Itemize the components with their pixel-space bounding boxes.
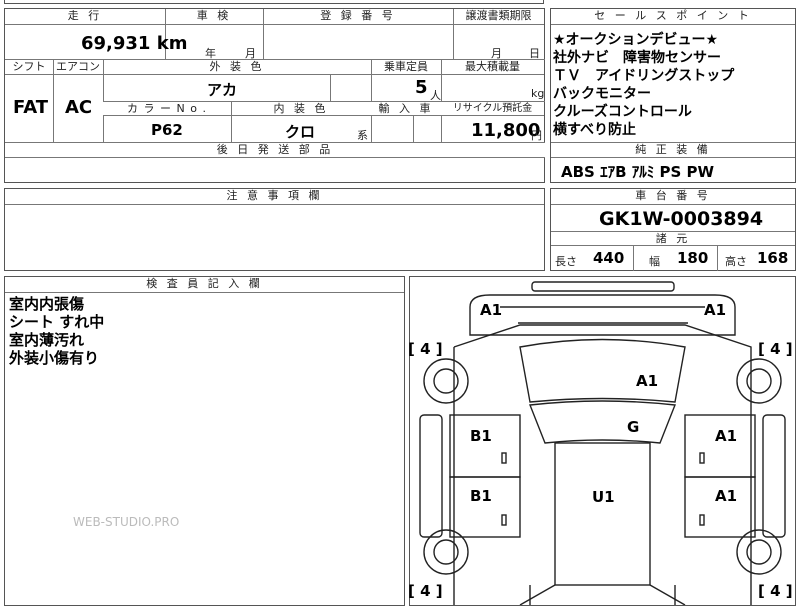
mileage-value: 69,931 km bbox=[81, 33, 188, 54]
specs-header: 諸 元 bbox=[551, 232, 795, 246]
later-parts-header: 後 日 発 送 部 品 bbox=[5, 143, 545, 158]
equipment-header: 純 正 装 備 bbox=[551, 143, 795, 158]
mark-right-front-door: A1 bbox=[715, 427, 738, 445]
exterior-header: 外 装 色 bbox=[103, 60, 371, 75]
tire-tread-bottom-right: [ 4 ] bbox=[758, 582, 793, 600]
max-load-header: 最大積載量 bbox=[441, 60, 544, 75]
notes-header: 注 意 事 項 欄 bbox=[5, 189, 544, 205]
mark-front-left: A1 bbox=[480, 301, 503, 319]
capacity-header: 乗車定員 bbox=[371, 60, 441, 75]
notes-panel: 注 意 事 項 欄 bbox=[4, 188, 545, 271]
selling-point-2: 社外ナビ 障害物センサー bbox=[553, 50, 721, 66]
mark-windshield: G bbox=[627, 418, 640, 436]
chassis-panel: 車 台 番 号 GK1W-0003894 諸 元 長さ 440 幅 180 高さ… bbox=[550, 188, 796, 271]
mark-left-rear-door: B1 bbox=[470, 487, 492, 505]
selling-point-1: ★オークションデビュー★ bbox=[553, 32, 719, 48]
interior-value: クロ bbox=[285, 123, 316, 141]
tire-tread-bottom-left: [ 4 ] bbox=[408, 582, 443, 600]
height-value: 168 bbox=[757, 249, 789, 267]
mark-front-right: A1 bbox=[704, 301, 727, 319]
equipment-value: ABS ｴｱB ｱﾙﾐ PS PW bbox=[561, 163, 715, 181]
selling-points-header: セ ー ル ス ポ イ ン ト bbox=[551, 9, 795, 25]
recycle-header: リサイクル預託金 bbox=[441, 102, 544, 116]
tire-tread-top-right: [ 4 ] bbox=[758, 340, 793, 358]
info-grid: 走 行 車 検 登 録 番 号 譲渡書類期限 69,931 km 年 月 月 日… bbox=[4, 8, 545, 183]
inspector-line-2: シート すれ中 bbox=[9, 313, 105, 331]
width-value: 180 bbox=[677, 249, 709, 267]
tire-tread-top-left: [ 4 ] bbox=[408, 340, 443, 358]
mark-roof: U1 bbox=[592, 488, 615, 506]
transfer-header: 譲渡書類期限 bbox=[453, 9, 544, 25]
car-diagram bbox=[419, 281, 786, 605]
recycle-unit: 円 bbox=[531, 129, 542, 142]
inspection-header: 車 検 bbox=[165, 9, 263, 25]
interior-suffix: 系 bbox=[357, 129, 368, 142]
load-unit: kg bbox=[531, 87, 545, 100]
color-no-value: P62 bbox=[151, 121, 183, 139]
mark-right-rear-door: A1 bbox=[715, 487, 738, 505]
height-label: 高さ bbox=[725, 255, 747, 268]
ac-header: エアコン bbox=[53, 60, 103, 75]
shift-header: シフト bbox=[5, 60, 53, 75]
selling-point-3: ＴＶ アイドリングストップ bbox=[553, 68, 735, 84]
selling-points-panel: セ ー ル ス ポ イ ン ト ★オークションデビュー★ 社外ナビ 障害物センサ… bbox=[550, 8, 796, 183]
inspector-header: 検 査 員 記 入 欄 bbox=[5, 277, 404, 293]
inspector-line-4: 外装小傷有り bbox=[9, 349, 100, 367]
selling-point-6: 横すべり防止 bbox=[553, 122, 637, 138]
width-label: 幅 bbox=[649, 255, 660, 268]
ac-value: AC bbox=[65, 97, 93, 118]
inspector-panel: 検 査 員 記 入 欄 室内内張傷 シート すれ中 室内薄汚れ 外装小傷有り W… bbox=[4, 276, 405, 606]
watermark: WEB-STUDIO.PRO bbox=[73, 515, 180, 529]
length-value: 440 bbox=[593, 249, 625, 267]
mark-left-front-door: B1 bbox=[470, 427, 492, 445]
registration-header: 登 録 番 号 bbox=[263, 9, 453, 25]
chassis-number: GK1W-0003894 bbox=[599, 208, 764, 230]
shift-value: FAT bbox=[13, 97, 49, 118]
selling-point-4: バックモニター bbox=[553, 86, 651, 102]
selling-point-5: クルーズコントロール bbox=[553, 104, 692, 120]
exterior-value: アカ bbox=[207, 81, 238, 99]
mark-hood: A1 bbox=[636, 372, 659, 390]
color-no-header: カ ラ ー N o . bbox=[103, 102, 231, 116]
length-label: 長さ bbox=[555, 255, 577, 268]
car-diagram-panel: A1 A1 A1 G B1 B1 A1 A1 U1 [ 4 ] [ 4 ] [ … bbox=[408, 276, 796, 606]
inspector-line-3: 室内薄汚れ bbox=[9, 331, 85, 349]
capacity-value: 5 bbox=[415, 77, 428, 98]
mileage-header: 走 行 bbox=[5, 9, 165, 25]
inspector-line-1: 室内内張傷 bbox=[9, 295, 85, 313]
chassis-header: 車 台 番 号 bbox=[551, 189, 795, 205]
import-header: 輸 入 車 bbox=[371, 102, 441, 116]
top-strip bbox=[4, 0, 544, 4]
interior-header: 内 装 色 bbox=[231, 102, 371, 116]
